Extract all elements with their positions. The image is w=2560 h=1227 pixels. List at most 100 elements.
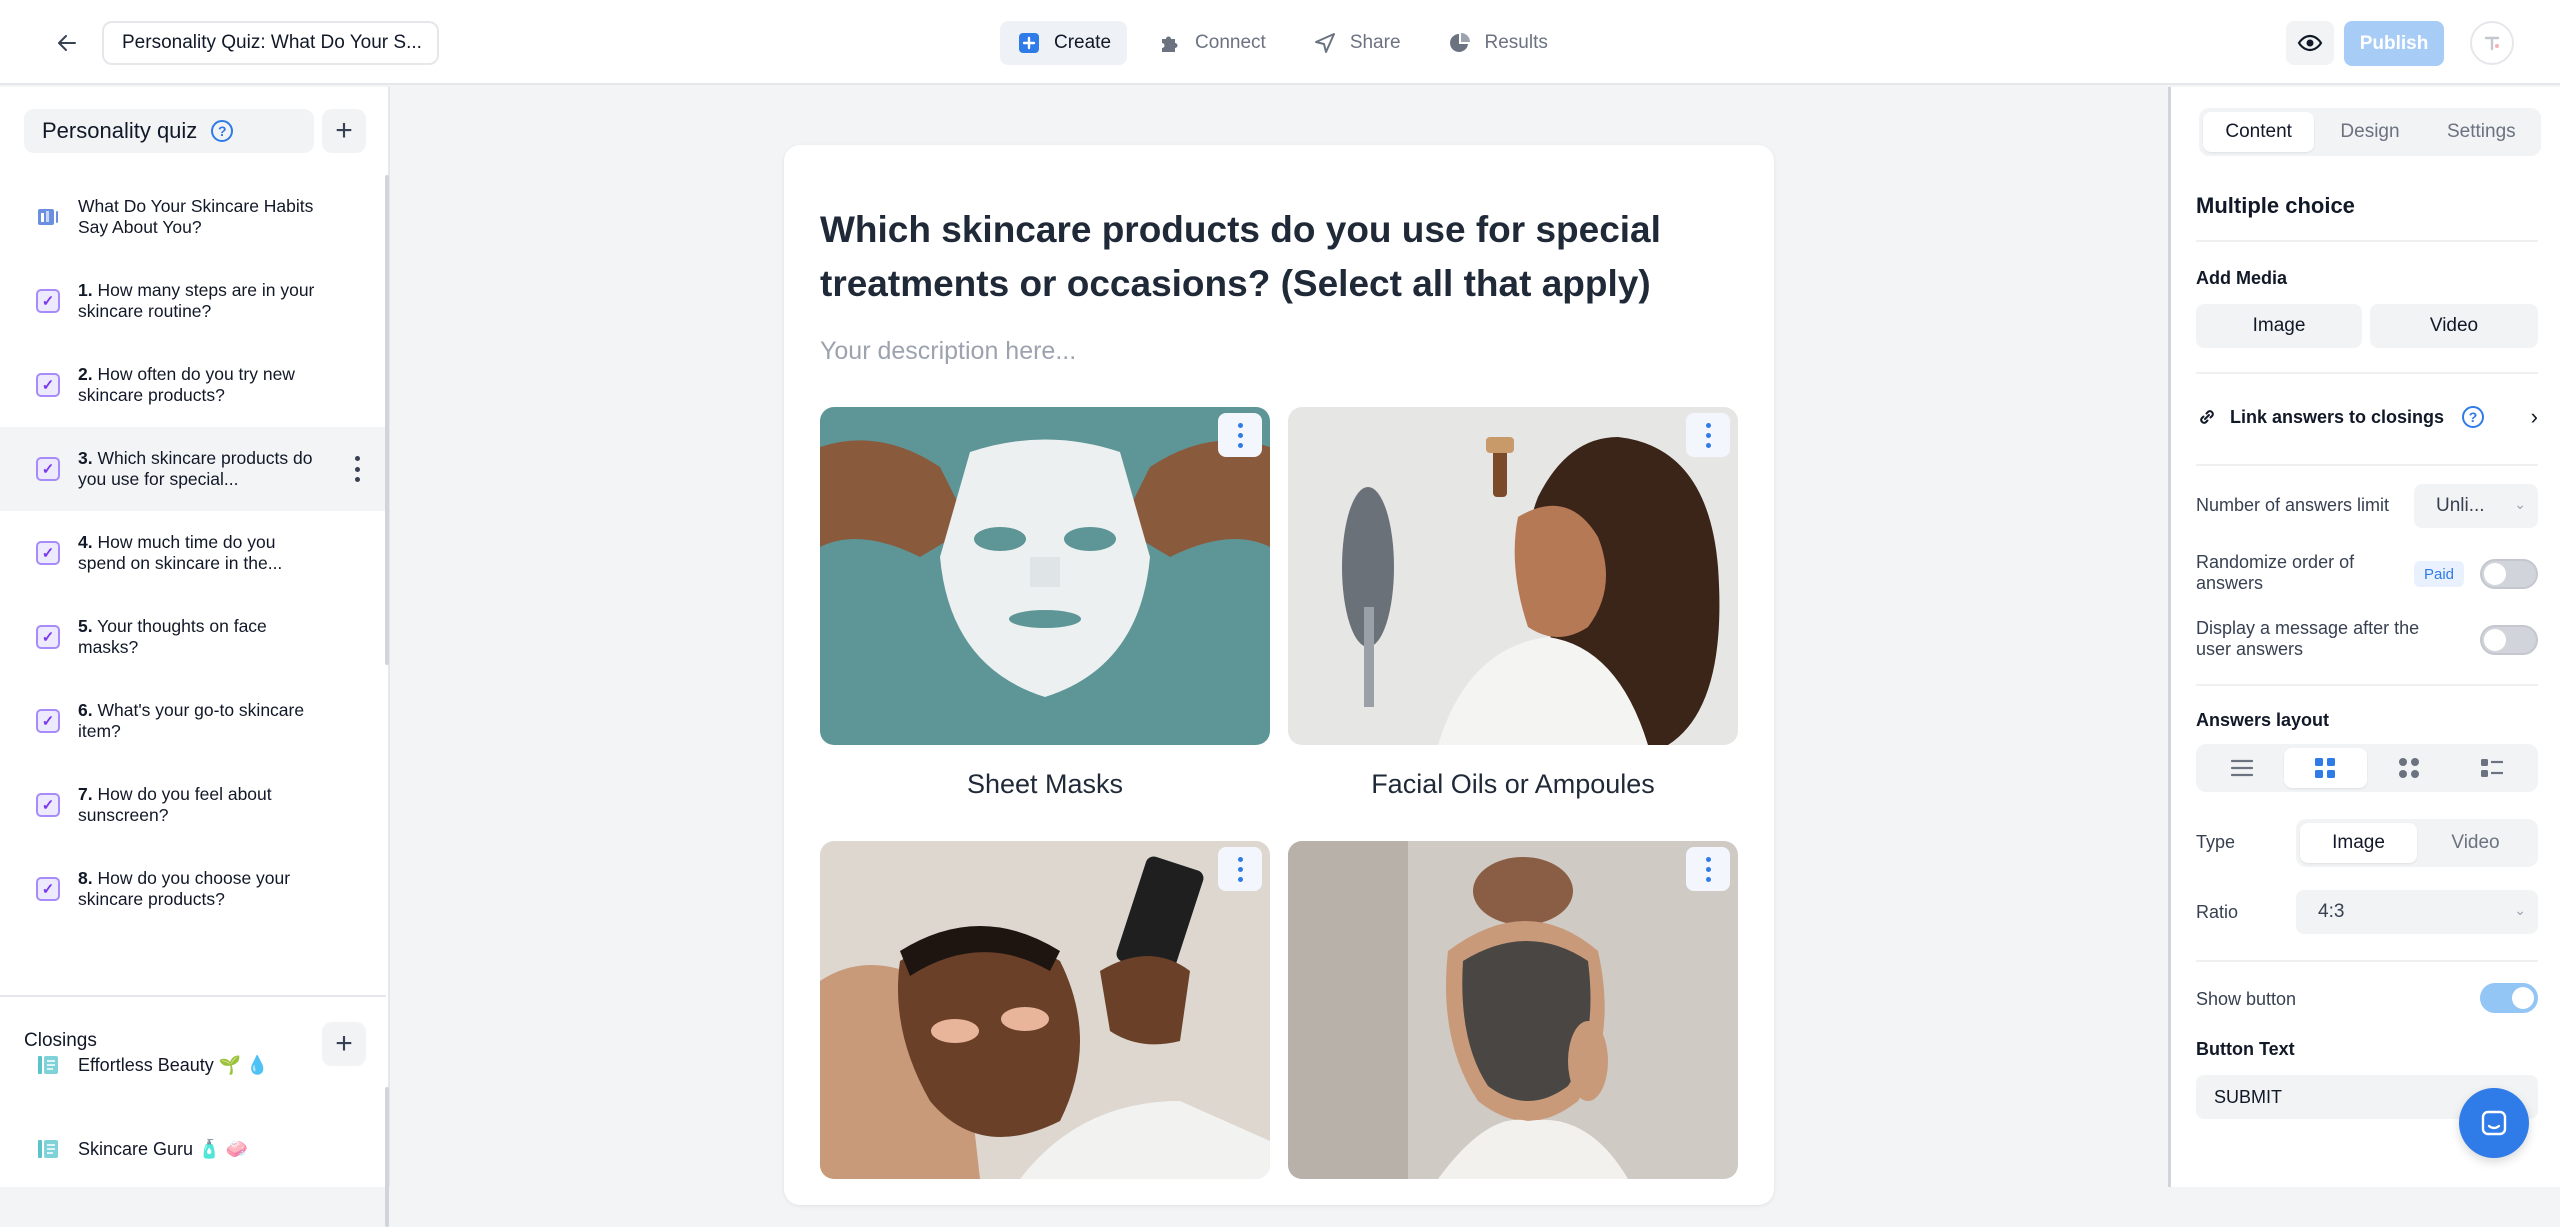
link-answers-row[interactable]: Link answers to closings ? ›: [2196, 402, 2538, 432]
question-item-8[interactable]: ✓ 8. How do you choose your skincare pro…: [0, 847, 386, 931]
grid-layout-icon: [2315, 758, 2336, 778]
option-menu-icon[interactable]: [1218, 413, 1262, 457]
puzzle-icon: [1157, 30, 1183, 56]
closing-item-1[interactable]: Effortless Beauty 🌱 💧: [36, 1045, 269, 1085]
checkbox-question-icon: ✓: [36, 457, 60, 481]
question-item-2[interactable]: ✓ 2. How often do you try new skincare p…: [0, 343, 386, 427]
add-video-button[interactable]: Video: [2370, 304, 2538, 348]
question-item-1[interactable]: ✓ 1. How many steps are in your skincare…: [0, 259, 386, 343]
checkbox-question-icon: ✓: [36, 289, 60, 313]
question-item-3[interactable]: ✓ 3. Which skincare products do you use …: [0, 427, 386, 511]
nav-results-label: Results: [1484, 32, 1548, 53]
closing-item-2[interactable]: Skincare Guru 🧴 🧼: [36, 1129, 248, 1169]
button-text-value: SUBMIT: [2214, 1086, 2283, 1107]
layout-rows-option[interactable]: [2451, 748, 2535, 788]
show-button-toggle[interactable]: [2480, 983, 2538, 1013]
help-icon[interactable]: ?: [211, 120, 234, 142]
divider: [2196, 464, 2538, 466]
answer-option-2[interactable]: Facial Oils or Ampoules: [1288, 407, 1738, 800]
question-number: 5.: [78, 616, 93, 636]
question-item-4[interactable]: ✓ 4. How much time do you spend on skinc…: [0, 511, 386, 595]
more-options-icon[interactable]: [350, 456, 364, 482]
type-selector: Image Video: [2296, 819, 2538, 867]
closing-page-icon: [38, 1056, 58, 1074]
question-item-6[interactable]: ✓ 6. What's your go-to skincare item?: [0, 679, 386, 763]
question-sidebar: Personality quiz ? + What Do Your Skinca…: [0, 87, 390, 1227]
chat-icon: [2481, 1110, 2507, 1136]
question-number: 3.: [78, 448, 93, 468]
add-closing-button[interactable]: +: [322, 1022, 366, 1066]
question-number: 1.: [78, 280, 93, 300]
question-text: How do you choose your skincare products…: [78, 868, 291, 909]
tab-settings[interactable]: Settings: [2426, 112, 2537, 152]
question-text: How much time do you spend on skincare i…: [78, 532, 283, 573]
option-menu-icon[interactable]: [1218, 847, 1262, 891]
quiz-type-selector[interactable]: Personality quiz ?: [24, 109, 314, 153]
answer-option-1[interactable]: Sheet Masks: [820, 407, 1270, 800]
randomize-toggle[interactable]: [2480, 559, 2538, 589]
nav-connect[interactable]: Connect: [1141, 21, 1282, 65]
display-message-toggle[interactable]: [2480, 625, 2538, 655]
send-icon: [1312, 30, 1338, 56]
facial-oil-photo: [1288, 407, 1738, 745]
chevron-right-icon[interactable]: ›: [2531, 404, 2538, 430]
answers-limit-value: Unli...: [2436, 495, 2485, 516]
quiz-title-input[interactable]: Personality Quiz: What Do Your S...: [102, 21, 439, 65]
layout-dots-option[interactable]: [2367, 748, 2451, 788]
question-text: How often do you try new skincare produc…: [78, 364, 295, 405]
randomize-label: Randomize order of answers: [2196, 552, 2355, 593]
type-image-option[interactable]: Image: [2300, 823, 2417, 863]
answer-option-3[interactable]: [820, 841, 1270, 1179]
plus-square-icon: [1016, 30, 1042, 56]
option-menu-icon[interactable]: [1686, 413, 1730, 457]
button-text-label: Button Text: [2196, 1039, 2295, 1059]
divider: [2196, 684, 2538, 686]
intro-item[interactable]: What Do Your Skincare Habits Say About Y…: [0, 175, 386, 259]
question-text: How do you feel about sunscreen?: [78, 784, 272, 825]
closing-page-icon: [38, 1140, 58, 1158]
chat-support-button[interactable]: [2459, 1088, 2529, 1158]
nav-share-label: Share: [1349, 32, 1401, 53]
tab-design[interactable]: Design: [2314, 112, 2425, 152]
checkbox-question-icon: ✓: [36, 373, 60, 397]
top-bar: Personality Quiz: What Do Your S... Crea…: [0, 0, 2560, 85]
publish-button[interactable]: Publish: [2344, 21, 2444, 66]
ratio-label: Ratio: [2196, 902, 2239, 922]
ratio-select[interactable]: 4:3 ⌄: [2296, 890, 2538, 934]
question-list-scrollbar[interactable]: [385, 175, 389, 665]
preview-button[interactable]: [2286, 21, 2334, 65]
type-video-option[interactable]: Video: [2417, 823, 2534, 863]
answer-option-4[interactable]: [1288, 841, 1738, 1179]
display-message-label: Display a message after the user answers: [2196, 618, 2420, 659]
option-menu-icon[interactable]: [1686, 847, 1730, 891]
help-icon[interactable]: ?: [2462, 406, 2485, 428]
pie-chart-icon: [1447, 30, 1473, 56]
question-text: Your thoughts on face masks?: [78, 616, 267, 657]
question-text: How many steps are in your skincare rout…: [78, 280, 315, 321]
nav-results[interactable]: Results: [1431, 21, 1564, 65]
option-label[interactable]: Sheet Masks: [820, 769, 1270, 800]
question-title[interactable]: Which skincare products do you use for s…: [820, 203, 1720, 311]
nav-create[interactable]: Create: [1000, 21, 1128, 65]
question-text: Which skincare products do you use for s…: [78, 448, 313, 489]
option-label[interactable]: Facial Oils or Ampoules: [1288, 769, 1738, 800]
intro-text: What Do Your Skincare Habits Say About Y…: [78, 196, 314, 237]
closings-scrollbar[interactable]: [385, 1087, 389, 1227]
user-avatar[interactable]: [2470, 21, 2514, 65]
back-arrow-icon[interactable]: [50, 26, 84, 60]
add-question-button[interactable]: +: [322, 109, 366, 153]
question-card: Which skincare products do you use for s…: [784, 145, 1774, 1205]
question-description-input[interactable]: Your description here...: [820, 337, 1076, 366]
layout-list-option[interactable]: [2200, 748, 2284, 788]
divider: [2196, 372, 2538, 374]
add-image-button[interactable]: Image: [2196, 304, 2362, 348]
tab-content[interactable]: Content: [2203, 112, 2315, 152]
layout-grid-option[interactable]: [2283, 748, 2367, 788]
question-list: What Do Your Skincare Habits Say About Y…: [0, 175, 386, 995]
answers-layout-selector: [2196, 744, 2538, 792]
answers-limit-select[interactable]: Unli... ⌄: [2414, 484, 2538, 528]
nav-share[interactable]: Share: [1296, 21, 1417, 65]
question-item-7[interactable]: ✓ 7. How do you feel about sunscreen?: [0, 763, 386, 847]
question-item-5[interactable]: ✓ 5. Your thoughts on face masks?: [0, 595, 386, 679]
paid-badge: Paid: [2414, 561, 2464, 587]
